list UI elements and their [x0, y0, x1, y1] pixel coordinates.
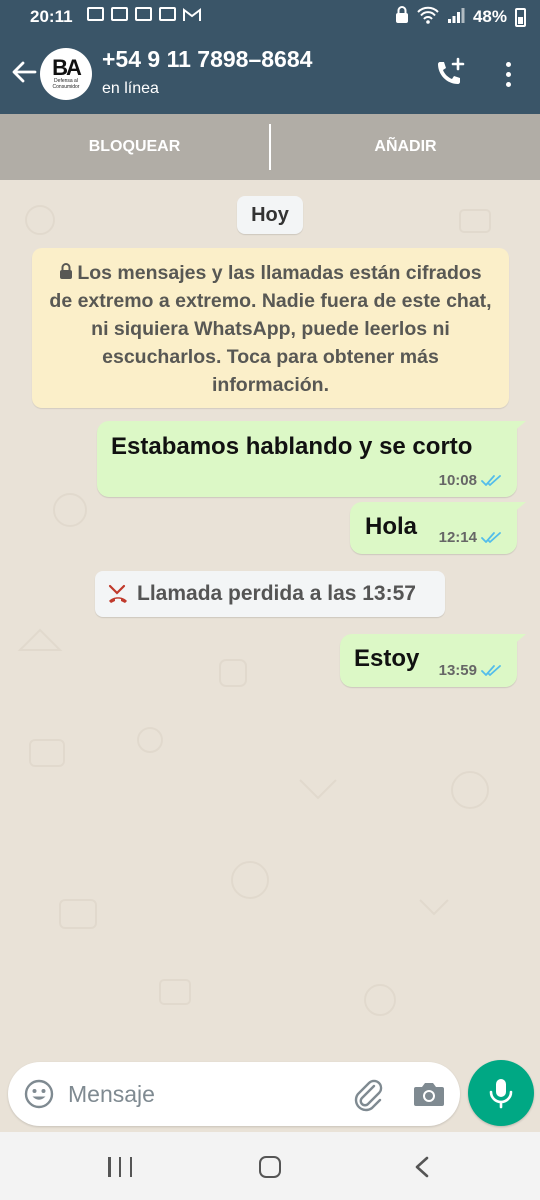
- avatar-logo-mark: BA: [52, 55, 82, 80]
- signal-icon: [447, 6, 465, 29]
- image-icon: [158, 7, 176, 21]
- outgoing-message[interactable]: Hola 12:14: [350, 502, 526, 554]
- chat-header: BA Defensa al Consumidor +54 9 11 7898–8…: [0, 34, 540, 114]
- back-arrow-icon: [12, 61, 37, 83]
- lock-status-icon: [395, 5, 409, 29]
- recent-bar: [108, 1157, 111, 1177]
- gmail-icon: [182, 7, 201, 27]
- lock-icon: [60, 263, 73, 280]
- message-time: 13:59: [438, 662, 477, 679]
- camera-button[interactable]: [412, 1078, 446, 1110]
- add-contact-button[interactable]: AÑADIR: [271, 138, 540, 156]
- message-text: Estoy: [354, 645, 420, 672]
- mail-icon: [134, 7, 152, 21]
- avatar[interactable]: BA Defensa al Consumidor: [40, 48, 92, 100]
- unknown-contact-action-bar: BLOQUEAR AÑADIR: [0, 114, 540, 180]
- block-button[interactable]: BLOQUEAR: [0, 138, 269, 156]
- menu-dot: [505, 61, 511, 67]
- contact-status: en línea: [102, 80, 159, 97]
- add-call-button[interactable]: [432, 56, 468, 92]
- missed-call-text: Llamada perdida a las 13:57: [137, 582, 416, 605]
- wifi-icon: [417, 6, 439, 29]
- outgoing-message[interactable]: Estabamos hablando y se corto 10:08: [97, 421, 526, 497]
- contact-name[interactable]: +54 9 11 7898–8684: [102, 46, 312, 73]
- back-button[interactable]: [8, 56, 40, 88]
- outgoing-message[interactable]: Estoy 13:59: [340, 634, 526, 687]
- voice-message-button[interactable]: [468, 1060, 534, 1126]
- add-call-icon: [438, 57, 465, 84]
- bubble-tail: [512, 634, 526, 646]
- message-text: Estabamos hablando y se corto: [111, 433, 473, 460]
- read-ticks-icon: [481, 664, 501, 676]
- date-chip: Hoy: [237, 196, 303, 234]
- encryption-notice-text: Los mensajes y las llamadas están cifrad…: [49, 262, 492, 396]
- mail-icon: [86, 7, 104, 21]
- read-ticks-icon: [481, 474, 501, 486]
- system-back-button[interactable]: [412, 1156, 432, 1178]
- emoji-icon: [24, 1079, 54, 1109]
- missed-call-notice[interactable]: Llamada perdida a las 13:57: [95, 571, 445, 617]
- message-text: Hola: [365, 513, 418, 540]
- message-time: 10:08: [438, 472, 477, 489]
- missed-call-icon: [108, 584, 127, 603]
- bubble-tail: [512, 421, 526, 433]
- read-ticks-icon: [481, 531, 501, 543]
- encryption-notice[interactable]: Los mensajes y las llamadas están cifrad…: [32, 248, 509, 408]
- emoji-button[interactable]: [23, 1078, 55, 1110]
- message-input[interactable]: [68, 1074, 338, 1114]
- paperclip-icon: [354, 1079, 383, 1112]
- status-time: 20:11: [30, 7, 73, 26]
- battery-icon: [515, 7, 526, 27]
- menu-dot: [505, 71, 511, 77]
- notification-icons: [86, 7, 201, 27]
- message-composer: [8, 1062, 460, 1126]
- microphone-icon: [489, 1079, 513, 1109]
- system-nav-bar: [0, 1132, 540, 1200]
- mail-icon: [110, 7, 128, 21]
- message-time: 12:14: [438, 529, 477, 546]
- attach-button[interactable]: [350, 1076, 386, 1112]
- home-button[interactable]: [259, 1156, 281, 1178]
- recent-bar: [118, 1157, 122, 1177]
- bubble-tail: [512, 502, 526, 514]
- recent-apps-button[interactable]: [108, 1157, 132, 1177]
- camera-icon: [414, 1083, 444, 1106]
- chevron-left-icon: [415, 1156, 429, 1178]
- composer-bar: [0, 1060, 540, 1132]
- avatar-logo-caption: Defensa al Consumidor: [52, 78, 80, 90]
- recent-bar: [129, 1157, 132, 1177]
- status-bar: 20:11 48%: [0, 0, 540, 34]
- overflow-menu-button[interactable]: [496, 56, 520, 92]
- chat-area[interactable]: Hoy Los mensajes y las llamadas están ci…: [0, 180, 540, 1060]
- menu-dot: [505, 81, 511, 87]
- battery-percent: 48%: [472, 7, 507, 26]
